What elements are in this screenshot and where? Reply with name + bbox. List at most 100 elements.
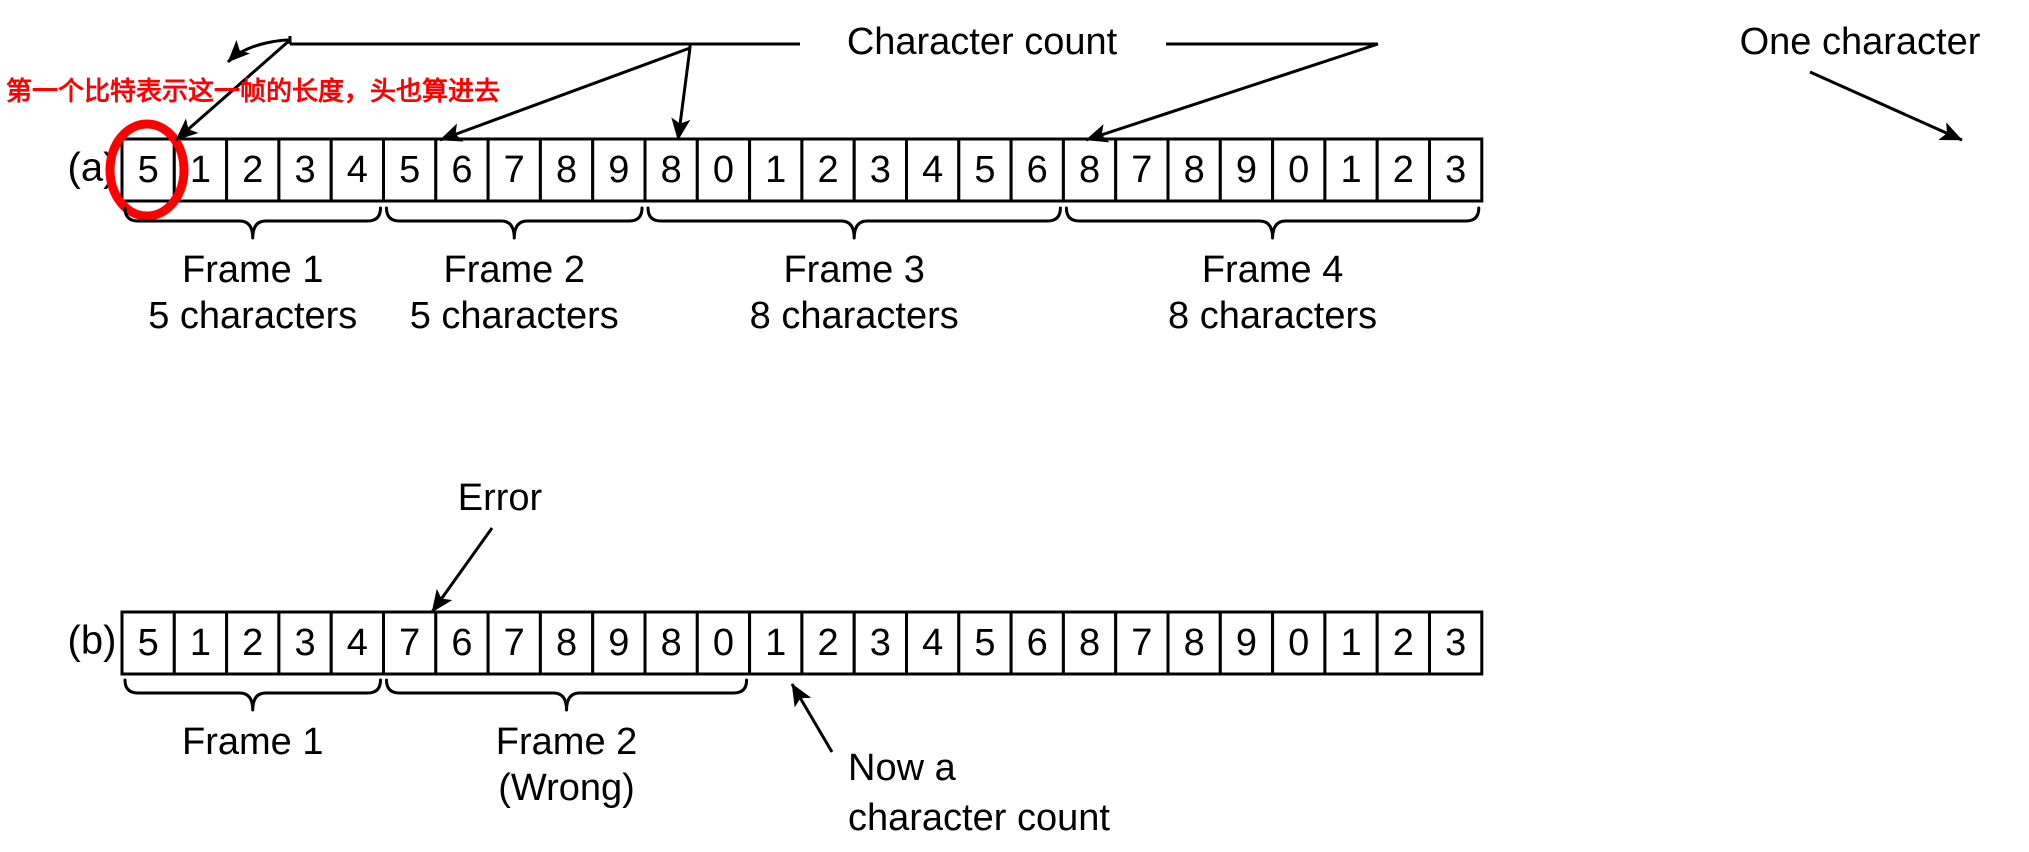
character-count-framing-diagram: (a) 51234567898012345687890123 Character…: [6, 21, 1981, 839]
frame-cell: 3: [852, 137, 909, 203]
character-count-label: Character count: [847, 21, 1118, 63]
frame-cell-value: 5: [974, 149, 995, 191]
frame-brace: [385, 206, 644, 240]
frame-cell-value: 1: [765, 149, 786, 191]
frame-cell-value: 1: [765, 622, 786, 664]
row-b-label: (b): [68, 619, 117, 663]
frame-label-name: Frame 1: [182, 721, 323, 763]
frame-cell: 8: [538, 137, 595, 203]
frame-cell: 8: [1061, 610, 1118, 676]
frame-cell-value: 7: [504, 149, 525, 191]
chinese-annotation-note: 第一个比特表示这一帧的长度，头也算进去: [6, 76, 500, 107]
frame-cell-value: 2: [817, 622, 838, 664]
frame-cell-value: 4: [922, 622, 943, 664]
frame-cell-value: 5: [138, 622, 159, 664]
frame-cell: 4: [905, 610, 961, 676]
frame-cell-value: 0: [1288, 149, 1309, 191]
frame-cell-value: 2: [1393, 149, 1414, 191]
row-b-frame-braces: Frame 1 Frame 2(Wrong): [123, 678, 749, 809]
frame-cell: 3: [1428, 137, 1484, 203]
frame-cell: 7: [486, 610, 542, 676]
frame-cell-value: 3: [294, 622, 315, 664]
frame-cell-value: 8: [1079, 622, 1100, 664]
frame-label-detail: (Wrong): [498, 767, 635, 809]
frame-cell-value: 8: [1184, 149, 1205, 191]
row-a-group: (a) 51234567898012345687890123: [68, 119, 1484, 221]
frame-cell: 2: [1375, 137, 1431, 203]
frame-cell-value: 9: [1236, 622, 1257, 664]
frame-label-name: Frame 2: [496, 721, 637, 763]
frame-cell-value: 2: [1393, 622, 1414, 664]
frame-cell-value: 2: [242, 149, 263, 191]
frame-cell: 1: [748, 610, 804, 676]
frame-label-detail: 8 characters: [750, 295, 959, 337]
frame-cell-value: 3: [870, 149, 891, 191]
frame-cell: 6: [1009, 610, 1065, 676]
frame-cell: 9: [591, 610, 647, 676]
frame-cell-value: 1: [1340, 622, 1361, 664]
frame-cell: 0: [1271, 610, 1327, 676]
frame-label-name: Frame 4: [1202, 249, 1343, 291]
frame-cell-value: 9: [608, 149, 629, 191]
frame-cell-value: 5: [399, 149, 420, 191]
error-leader: Error: [430, 477, 543, 613]
frame-brace: [123, 678, 382, 712]
now-a-character-count-label-line2: character count: [848, 797, 1110, 839]
frame-cell-value: 7: [504, 622, 525, 664]
frame-cell-value: 8: [556, 149, 577, 191]
one-character-leader: One character: [1740, 21, 1981, 142]
frame-cell-value: 7: [1131, 622, 1152, 664]
frame-cell-value: 3: [294, 149, 315, 191]
frame-cell-value: 0: [713, 149, 734, 191]
frame-cell-value: 6: [1027, 149, 1048, 191]
frame-cell-value: 9: [608, 622, 629, 664]
figure-container: (a) 51234567898012345687890123 Character…: [0, 0, 2029, 852]
row-a-cells: 51234567898012345687890123: [120, 137, 1484, 203]
frame-cell: 7: [382, 610, 438, 676]
frame-brace: [385, 678, 749, 712]
frame-cell-value: 8: [661, 622, 682, 664]
frame-cell: 9: [1218, 137, 1275, 203]
frame-cell: 3: [1428, 610, 1484, 676]
frame-cell-value: 3: [1445, 622, 1466, 664]
frame-cell: 0: [1271, 137, 1327, 203]
now-a-character-count-label-line1: Now a: [848, 747, 957, 789]
frame-cell-value: 6: [1027, 622, 1048, 664]
row-b-group: (b) 51234767898012345687890123: [68, 610, 1484, 676]
frame-cell: 6: [434, 137, 490, 203]
frame-cell: 1: [1323, 610, 1379, 676]
frame-cell: 8: [1166, 137, 1222, 203]
frame-label-name: Frame 1: [182, 249, 323, 291]
frame-cell: 7: [1114, 610, 1170, 676]
frame-cell: 9: [1218, 610, 1275, 676]
frame-cell: 1: [748, 137, 804, 203]
frame-cell-value: 2: [817, 149, 838, 191]
frame-cell: 8: [538, 610, 595, 676]
frame-cell-value: 4: [347, 149, 368, 191]
frame-brace: [646, 206, 1062, 240]
frame-cell: 6: [434, 610, 490, 676]
frame-cell: 8: [1061, 137, 1118, 203]
frame-label-name: Frame 2: [444, 249, 585, 291]
frame-cell: 2: [1375, 610, 1431, 676]
frame-cell-value: 9: [1236, 149, 1257, 191]
frame-cell: 2: [800, 137, 856, 203]
frame-cell: 5: [120, 137, 176, 203]
frame-cell-value: 3: [870, 622, 891, 664]
frame-label-name: Frame 3: [783, 249, 924, 291]
frame-cell: 8: [643, 610, 699, 676]
frame-cell: 4: [905, 137, 961, 203]
frame-label-detail: 8 characters: [1168, 295, 1377, 337]
frame-cell: 1: [1323, 137, 1379, 203]
one-character-label: One character: [1740, 21, 1981, 63]
error-label: Error: [458, 477, 543, 519]
frame-cell: 4: [329, 610, 386, 676]
frame-cell: 5: [957, 137, 1013, 203]
frame-cell-value: 5: [974, 622, 995, 664]
frame-cell-value: 4: [347, 622, 368, 664]
frame-cell-value: 6: [451, 622, 472, 664]
frame-cell: 8: [643, 137, 699, 203]
frame-label-detail: 5 characters: [410, 295, 619, 337]
frame-cell-value: 4: [922, 149, 943, 191]
now-a-character-count-leader: Now a character count: [790, 683, 1110, 839]
